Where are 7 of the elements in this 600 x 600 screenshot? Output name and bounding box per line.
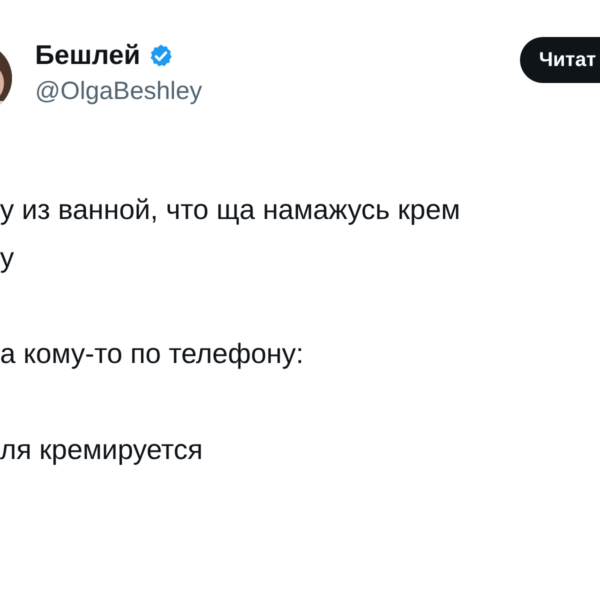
follow-button[interactable]: Читат xyxy=(520,37,600,83)
tweet-text: у xyxy=(0,241,15,275)
author-handle[interactable]: @OlgaBeshley xyxy=(35,77,202,106)
tweet-text: а кому-то по телефону: xyxy=(0,337,305,371)
author-name: Бешлей xyxy=(35,40,140,71)
tweet-text: у из ванной, что ща намажусь крем xyxy=(0,193,462,227)
tweet-text: ля кремируется xyxy=(0,433,204,467)
